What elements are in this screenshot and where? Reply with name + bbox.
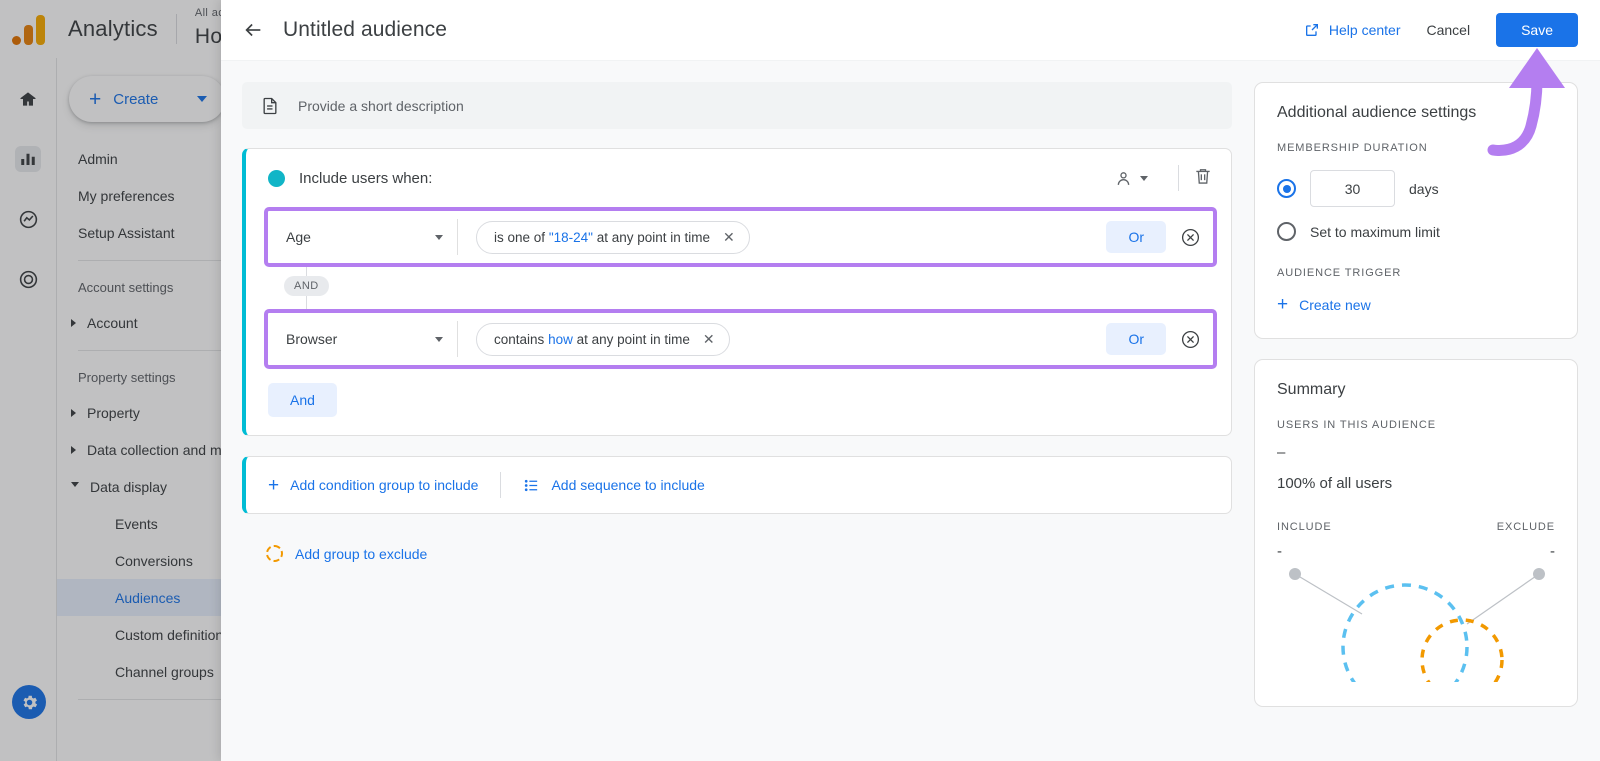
- duration-max-option[interactable]: Set to maximum limit: [1277, 222, 1555, 241]
- plus-icon: +: [268, 476, 279, 495]
- description-field[interactable]: Provide a short description: [242, 82, 1232, 129]
- audience-trigger-label: AUDIENCE TRIGGER: [1277, 267, 1555, 279]
- tools-divider: [1178, 165, 1179, 191]
- condition-chip-browser[interactable]: contains how at any point in time ✕: [476, 323, 730, 356]
- add-condition-group-button[interactable]: + Add condition group to include: [268, 476, 478, 495]
- membership-duration-label: MEMBERSHIP DURATION: [1277, 142, 1555, 154]
- page-title[interactable]: Untitled audience: [283, 18, 447, 42]
- summary-title: Summary: [1277, 381, 1555, 399]
- list-icon: [523, 477, 540, 494]
- help-center-label: Help center: [1329, 22, 1401, 38]
- panel-body: Provide a short description Include user…: [221, 61, 1600, 761]
- close-icon[interactable]: ✕: [723, 229, 735, 246]
- duration-days-option[interactable]: 30 days: [1277, 170, 1555, 207]
- condition-row-browser: Browser contains how at any point in tim…: [268, 313, 1213, 365]
- include-exclude-values: - -: [1277, 543, 1555, 560]
- condition-row-age: Age is one of "18-24" at any point in ti…: [268, 211, 1213, 263]
- duration-input[interactable]: 30: [1310, 170, 1395, 207]
- percent-of-all-users: 100% of all users: [1277, 475, 1555, 492]
- external-link-icon: [1304, 22, 1320, 38]
- chip-value: how: [548, 332, 573, 347]
- and-button-wrap: And: [246, 369, 1231, 435]
- highlight-box-age: Age is one of "18-24" at any point in ti…: [264, 207, 1217, 267]
- summary-card: Summary USERS IN THIS AUDIENCE – 100% of…: [1254, 359, 1578, 707]
- dimension-label: Age: [286, 229, 311, 245]
- and-button[interactable]: And: [268, 383, 337, 417]
- dashed-circle-icon: [266, 545, 283, 562]
- person-icon: [1114, 169, 1133, 188]
- cancel-button[interactable]: Cancel: [1426, 22, 1470, 38]
- radio-max-limit[interactable]: [1277, 222, 1296, 241]
- users-in-audience-label: USERS IN THIS AUDIENCE: [1277, 419, 1555, 431]
- scope-selector[interactable]: [1114, 169, 1164, 188]
- radio-duration-days[interactable]: [1277, 179, 1296, 198]
- condition-group-header: Include users when:: [246, 149, 1231, 207]
- chevron-down-icon: [435, 235, 443, 240]
- close-icon[interactable]: ✕: [703, 331, 715, 348]
- remove-circle-icon[interactable]: [1180, 329, 1201, 350]
- max-limit-label: Set to maximum limit: [1310, 224, 1440, 240]
- plus-icon: +: [1277, 295, 1288, 314]
- add-group-to-exclude-button[interactable]: Add group to exclude: [242, 545, 1232, 562]
- chevron-down-icon: [435, 337, 443, 342]
- chip-operator: contains: [494, 332, 544, 347]
- chip-operator: is one of: [494, 230, 545, 245]
- audience-definition-column: Provide a short description Include user…: [242, 82, 1232, 740]
- condition-chip-age[interactable]: is one of "18-24" at any point in time ✕: [476, 221, 750, 254]
- or-button-age[interactable]: Or: [1106, 221, 1166, 253]
- add-actions-card: + Add condition group to include Add seq…: [242, 456, 1232, 514]
- remove-circle-icon[interactable]: [1180, 227, 1201, 248]
- save-button[interactable]: Save: [1496, 13, 1578, 47]
- chip-suffix: at any point in time: [597, 230, 710, 245]
- include-label: INCLUDE: [1277, 521, 1332, 533]
- chip-text: is one of "18-24" at any point in time: [494, 230, 710, 245]
- description-placeholder: Provide a short description: [298, 98, 464, 114]
- and-joiner: AND: [264, 267, 1217, 309]
- trash-icon[interactable]: [1193, 166, 1213, 191]
- settings-card-title: Additional audience settings: [1277, 104, 1555, 122]
- audience-builder-panel: Untitled audience Help center Cancel Sav…: [221, 0, 1600, 761]
- highlight-box-browser: Browser contains how at any point in tim…: [264, 309, 1217, 369]
- add-actions-divider: [500, 472, 501, 498]
- add-sequence-button[interactable]: Add sequence to include: [523, 477, 704, 494]
- create-new-label: Create new: [1299, 297, 1371, 313]
- additional-audience-settings-card: Additional audience settings MEMBERSHIP …: [1254, 82, 1578, 339]
- duration-unit-label: days: [1409, 181, 1439, 197]
- condition-rows: Age is one of "18-24" at any point in ti…: [246, 207, 1231, 369]
- add-condition-group-label: Add condition group to include: [290, 477, 478, 493]
- document-icon: [260, 95, 280, 117]
- include-indicator-icon: [268, 170, 285, 187]
- dimension-select-browser[interactable]: Browser: [286, 321, 458, 357]
- add-sequence-label: Add sequence to include: [551, 477, 704, 493]
- create-new-trigger-button[interactable]: + Create new: [1277, 295, 1555, 314]
- include-users-label: Include users when:: [299, 170, 432, 187]
- and-pill-label: AND: [284, 276, 329, 296]
- dimension-label: Browser: [286, 331, 337, 347]
- settings-column: Additional audience settings MEMBERSHIP …: [1254, 82, 1578, 740]
- include-exclude-labels: INCLUDE EXCLUDE: [1277, 521, 1555, 533]
- or-button-browser[interactable]: Or: [1106, 323, 1166, 355]
- header-actions: Help center Cancel Save: [1304, 13, 1578, 47]
- include-value: -: [1277, 543, 1282, 560]
- include-condition-group: Include users when:: [242, 148, 1232, 436]
- chip-value: "18-24": [549, 230, 593, 245]
- exclude-value: -: [1550, 543, 1555, 560]
- dimension-select-age[interactable]: Age: [286, 219, 458, 255]
- panel-header: Untitled audience Help center Cancel Sav…: [221, 0, 1600, 61]
- exclude-label: EXCLUDE: [1497, 521, 1555, 533]
- add-group-to-exclude-label: Add group to exclude: [295, 546, 427, 562]
- chevron-down-icon: [1140, 176, 1148, 181]
- back-arrow-icon[interactable]: [241, 18, 265, 42]
- chip-suffix: at any point in time: [577, 332, 690, 347]
- condition-group-tools: [1114, 165, 1213, 191]
- venn-diagram: [1277, 562, 1555, 682]
- users-in-audience-value: –: [1277, 444, 1555, 461]
- help-center-link[interactable]: Help center: [1304, 22, 1401, 38]
- chip-text: contains how at any point in time: [494, 332, 690, 347]
